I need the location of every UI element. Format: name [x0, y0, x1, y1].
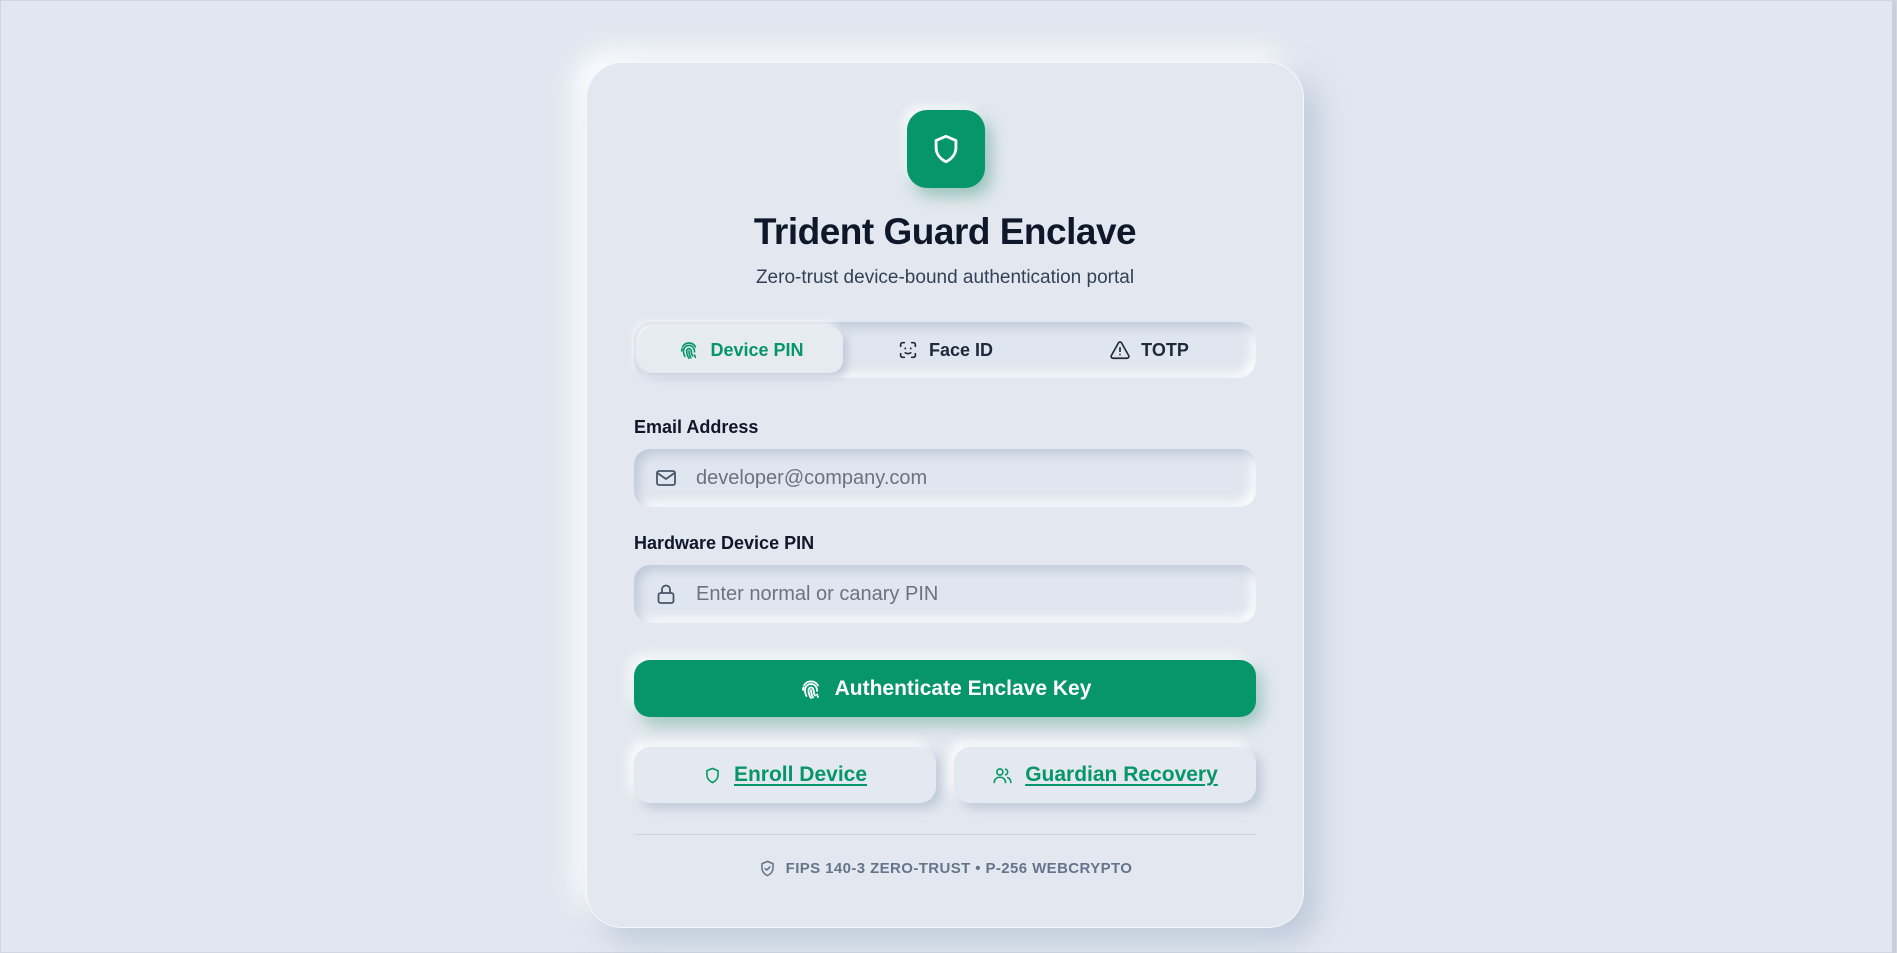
lock-icon [654, 582, 678, 606]
warning-triangle-icon [1109, 339, 1131, 361]
email-label: Email Address [634, 417, 759, 437]
tab-totp[interactable]: TOTP [1047, 327, 1251, 373]
tab-device-pin[interactable]: Device PIN [639, 327, 843, 373]
pin-label: Hardware Device PIN [634, 533, 815, 553]
email-field-container[interactable] [634, 449, 1256, 507]
app-logo [907, 110, 985, 188]
auth-method-tabs: Device PIN Face ID TOTP [634, 322, 1256, 378]
page-title: Trident Guard Enclave [753, 211, 1137, 252]
tab-label: Face ID [928, 339, 994, 360]
tab-label: TOTP [1141, 339, 1189, 360]
guardian-recovery-button[interactable]: Guardian Recovery [954, 747, 1256, 803]
shield-check-icon [758, 859, 777, 878]
tab-label: Device PIN [710, 339, 804, 360]
users-icon [992, 765, 1013, 786]
page: Trident Guard Enclave Zero-trust device-… [0, 0, 1897, 953]
guardian-recovery-label: Guardian Recovery [1025, 763, 1218, 786]
face-scan-icon [897, 339, 919, 361]
footer-divider [634, 834, 1256, 835]
enroll-device-label: Enroll Device [733, 763, 868, 786]
scrollbar[interactable] [1892, 1, 1896, 953]
shield-icon [703, 766, 722, 785]
mail-icon [654, 466, 678, 490]
authenticate-button[interactable]: Authenticate Enclave Key [634, 660, 1256, 717]
fingerprint-icon [678, 339, 700, 361]
shield-icon [929, 132, 963, 166]
email-input[interactable] [694, 465, 1238, 491]
security-footer-text: FIPS 140-3 ZERO-TRUST • P-256 WEBCRYPTO [785, 860, 1133, 877]
pin-input[interactable] [694, 581, 1238, 607]
login-card: Trident Guard Enclave Zero-trust device-… [586, 62, 1304, 928]
pin-field-container[interactable] [634, 565, 1256, 623]
enroll-device-button[interactable]: Enroll Device [634, 747, 936, 803]
authenticate-button-label: Authenticate Enclave Key [834, 676, 1092, 700]
security-footer: FIPS 140-3 ZERO-TRUST • P-256 WEBCRYPTO [587, 859, 1303, 878]
tab-face-id[interactable]: Face ID [843, 327, 1047, 373]
fingerprint-icon [799, 677, 823, 701]
page-subtitle: Zero-trust device-bound authentication p… [755, 267, 1135, 288]
